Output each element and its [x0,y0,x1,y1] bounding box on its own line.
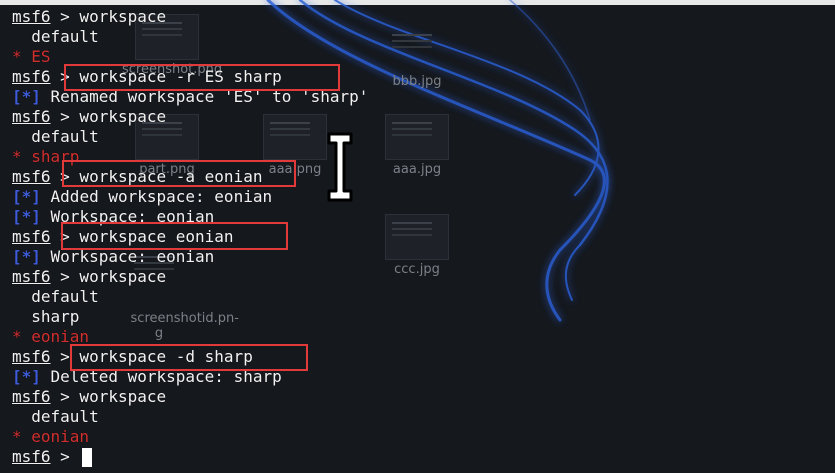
terminal-line: [*] Added workspace: eonian [12,187,832,207]
prompt-label: msf6 [12,447,51,466]
prompt-label: msf6 [12,387,51,406]
command-text: > [50,447,80,466]
terminal-line: sharp [12,307,832,327]
terminal-line: default [12,27,832,47]
workspace-name: default [12,27,99,46]
workspace-name: default [12,127,99,146]
terminal-line: [*] Workspace: eonian [12,247,832,267]
command-text: > workspace [50,7,167,26]
info-tag: [*] [12,247,41,266]
i-beam-cursor-icon [327,132,353,202]
terminal-line: msf6 > workspace [12,267,832,287]
terminal-line: default [12,127,832,147]
info-tag: [*] [12,87,41,106]
terminal-line: msf6 > workspace [12,107,832,127]
highlight-box-rename [64,64,340,91]
info-message: Added workspace: eonian [40,187,273,206]
current-workspace-marker: * [12,47,32,66]
prompt-label: msf6 [12,227,51,246]
highlight-box-add [62,160,296,187]
command-text: > workspace [50,387,167,406]
workspace-name: default [12,407,99,426]
command-text: > workspace [50,107,167,126]
prompt-label: msf6 [12,107,51,126]
prompt-label: msf6 [12,347,51,366]
workspace-name: sharp [12,307,80,326]
workspace-name: default [12,287,99,306]
desktop-screen: screenshot.png bbb.jpg part.png aaa.png … [0,0,835,473]
current-workspace-marker: * [12,327,32,346]
prompt-label: msf6 [12,267,51,286]
terminal-line: * eonian [12,427,832,447]
terminal-line: default [12,287,832,307]
current-workspace-marker: * [12,427,32,446]
highlight-box-delete [70,344,308,371]
terminal-cursor [82,448,92,467]
terminal-line: msf6 > [12,447,832,467]
current-workspace-name: ES [31,47,51,66]
info-tag: [*] [12,207,41,226]
command-text: > workspace [50,267,167,286]
prompt-label: msf6 [12,167,51,186]
info-tag: [*] [12,367,41,386]
prompt-label: msf6 [12,7,51,26]
highlight-box-switch [61,222,288,250]
terminal-line: msf6 > workspace [12,387,832,407]
current-workspace-name: eonian [31,427,90,446]
prompt-label: msf6 [12,67,51,86]
terminal-line: default [12,407,832,427]
current-workspace-marker: * [12,147,32,166]
terminal-line: msf6 > workspace [12,7,832,27]
info-tag: [*] [12,187,41,206]
